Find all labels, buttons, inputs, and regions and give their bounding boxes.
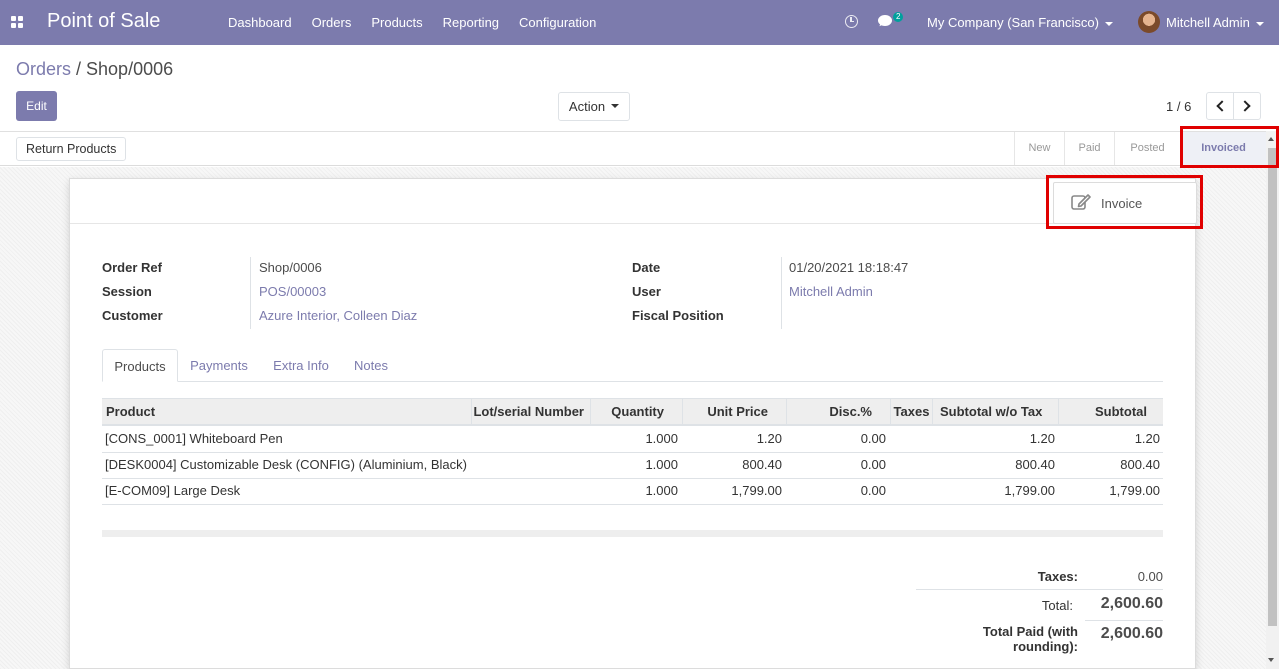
user-menu[interactable]: Mitchell Admin	[1166, 15, 1264, 30]
column-subtotal-wo-tax[interactable]: Subtotal w/o Tax	[933, 399, 1059, 425]
caret-down-icon	[611, 104, 620, 109]
activities-clock-icon[interactable]	[845, 15, 858, 28]
invoice-highlight-box	[1046, 175, 1203, 229]
user-link[interactable]: Mitchell Admin	[789, 284, 873, 299]
date-label: Date	[632, 260, 661, 275]
row-3-discount: 0.00	[860, 483, 886, 498]
total-paid-value: 2,600.60	[1100, 625, 1163, 642]
column-product[interactable]: Product	[102, 399, 472, 425]
menu-reporting[interactable]: Reporting	[433, 0, 509, 45]
top-navbar: Point of Sale Dashboard Orders Products …	[0, 0, 1279, 45]
order-lines-header: Product Lot/serial Number Quantity Unit …	[102, 398, 1163, 426]
totals-divider	[916, 589, 1163, 590]
row-3-quantity: 1.000	[645, 483, 678, 498]
session-link[interactable]: POS/00003	[259, 284, 326, 299]
row-3-product[interactable]: [E-COM09] Large Desk	[105, 478, 240, 504]
row-2-product[interactable]: [DESK0004] Customizable Desk (CONFIG) (A…	[105, 452, 467, 478]
stage-posted: Posted	[1114, 132, 1180, 165]
row-2-subtotal: 800.40	[1120, 457, 1160, 472]
tab-payments[interactable]: Payments	[180, 349, 258, 382]
total-paid-label: Total Paid (with rounding):	[982, 624, 1078, 654]
chat-bubble-icon[interactable]	[878, 15, 892, 26]
row-1-subtotal-wo-tax: 1.20	[1029, 431, 1055, 446]
row-2-unit-price: 800.40	[742, 457, 782, 472]
row-2-quantity: 1.000	[645, 457, 678, 472]
menu-products[interactable]: Products	[361, 0, 432, 45]
row-1-subtotal: 1.20	[1134, 431, 1160, 446]
row-3-subtotal-wo-tax: 1,799.00	[1004, 483, 1055, 498]
return-products-button[interactable]: Return Products	[16, 137, 127, 161]
row-3-subtotal: 1,799.00	[1109, 483, 1160, 498]
row-2-subtotal-wo-tax: 800.40	[1015, 457, 1055, 472]
user-label: User	[632, 284, 661, 299]
taxes-value: 0.00	[1137, 569, 1163, 584]
row-divider	[102, 504, 1163, 505]
row-1-quantity: 1.000	[645, 431, 678, 446]
field-separator	[250, 257, 251, 329]
tab-notes[interactable]: Notes	[345, 349, 397, 382]
breadcrumb-orders-link[interactable]: Orders	[16, 59, 71, 79]
menu-orders[interactable]: Orders	[302, 0, 362, 45]
table-footer	[102, 530, 1163, 537]
caret-down-icon	[1104, 21, 1113, 26]
taxes-label: Taxes:	[1037, 569, 1078, 584]
chat-count-badge: 2	[893, 12, 904, 22]
row-3-unit-price: 1,799.00	[731, 483, 782, 498]
totals-divider	[1085, 620, 1163, 621]
tab-products[interactable]: Products	[102, 349, 178, 382]
main-menu: Dashboard Orders Products Reporting Conf…	[218, 0, 606, 45]
customer-label: Customer	[102, 308, 163, 323]
customer-link[interactable]: Azure Interior, Colleen Diaz	[259, 308, 417, 323]
company-switcher[interactable]: My Company (San Francisco)	[927, 15, 1113, 30]
edit-button[interactable]: Edit	[16, 91, 57, 121]
company-name: My Company (San Francisco)	[927, 15, 1099, 30]
column-subtotal[interactable]: Subtotal	[1059, 399, 1163, 425]
pager-value[interactable]: 1 / 6	[1166, 99, 1191, 114]
row-2-discount: 0.00	[860, 457, 886, 472]
scrollbar-thumb[interactable]	[1268, 148, 1277, 626]
chevron-right-icon	[1239, 100, 1251, 112]
fiscal-position-label: Fiscal Position	[632, 308, 724, 323]
pager-previous-button[interactable]	[1206, 92, 1234, 120]
user-name: Mitchell Admin	[1166, 15, 1250, 30]
order-ref-value: Shop/0006	[259, 260, 322, 275]
action-dropdown[interactable]: Action	[558, 92, 630, 121]
app-name[interactable]: Point of Sale	[47, 10, 160, 33]
pager-next-button[interactable]	[1233, 92, 1261, 120]
menu-dashboard[interactable]: Dashboard	[218, 0, 302, 45]
row-1-unit-price: 1.20	[756, 431, 782, 446]
row-1-product[interactable]: [CONS_0001] Whiteboard Pen	[105, 426, 283, 452]
action-label: Action	[568, 99, 606, 114]
column-taxes[interactable]: Taxes	[891, 399, 933, 425]
column-discount[interactable]: Disc.%	[787, 399, 891, 425]
column-unit-price[interactable]: Unit Price	[683, 399, 787, 425]
date-value: 01/20/2021 18:18:47	[789, 260, 909, 275]
chevron-left-icon	[1216, 100, 1228, 112]
menu-configuration[interactable]: Configuration	[509, 0, 606, 45]
caret-down-icon	[1255, 21, 1264, 26]
button-box-divider	[70, 223, 1195, 224]
breadcrumb-separator: /	[71, 59, 87, 79]
session-label: Session	[102, 284, 152, 299]
row-1-discount: 0.00	[860, 431, 886, 446]
order-ref-label: Order Ref	[102, 260, 162, 275]
column-quantity[interactable]: Quantity	[591, 399, 683, 425]
apps-menu-icon[interactable]	[11, 16, 23, 28]
invoiced-highlight-box	[1180, 126, 1279, 168]
user-avatar[interactable]	[1138, 11, 1160, 33]
tab-extra-info[interactable]: Extra Info	[263, 349, 339, 382]
scroll-down-arrow-icon[interactable]	[1268, 658, 1274, 662]
form-statusbar: Return Products New Paid Posted Invoiced	[0, 131, 1279, 166]
stage-new: New	[1014, 132, 1064, 165]
column-lot-serial[interactable]: Lot/serial Number	[472, 399, 591, 425]
total-label: Total:	[1041, 598, 1073, 613]
breadcrumb: Orders / Shop/0006	[16, 59, 173, 80]
stage-paid: Paid	[1064, 132, 1114, 165]
total-value: 2,600.60	[1100, 595, 1163, 612]
field-separator	[781, 257, 782, 329]
breadcrumb-current: Shop/0006	[86, 59, 174, 79]
tabs-divider	[102, 381, 1163, 382]
